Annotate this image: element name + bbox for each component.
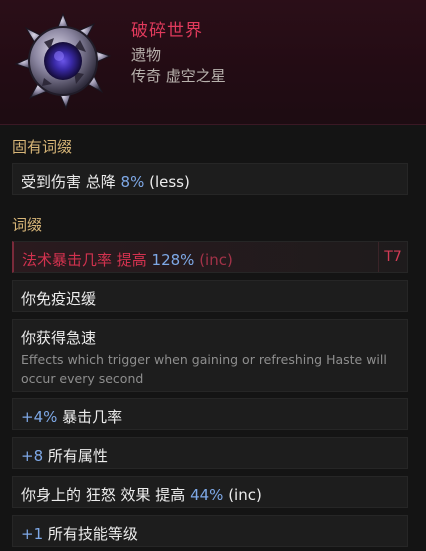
- affix-crit-chance-text: +4% 暴击几率: [21, 406, 122, 427]
- implicit-mod-value: 8%: [120, 173, 145, 191]
- affix-frenzy-effect-prefix: 你身上的 狂怒 效果 提高: [21, 486, 191, 504]
- affix-spell-crit-suffix: (inc): [194, 251, 233, 269]
- void-star-orb-icon: [14, 12, 112, 110]
- affix-haste-description: Effects which trigger when gaining or re…: [21, 352, 387, 386]
- affix-spell-crit-prefix: 法术暴击几率 提高: [22, 251, 152, 269]
- affix-frenzy-effect-value: 44%: [190, 486, 224, 504]
- affix-skill-levels-value: +1: [21, 525, 44, 543]
- affix-all-attributes-text: +8 所有属性: [21, 445, 108, 466]
- affix-row-all-attributes: +8 所有属性: [12, 437, 408, 469]
- implicit-mod-prefix: 受到伤害 总降: [21, 173, 121, 191]
- item-name: 破碎世界: [131, 21, 203, 41]
- affix-haste-text: 你获得急速: [21, 329, 97, 347]
- affix-row-frenzy-effect: 你身上的 狂怒 效果 提高 44% (inc): [12, 476, 408, 508]
- implicit-section-label: 固有词缀: [12, 138, 73, 156]
- affix-row-freeze-immune: 你免疫迟缓: [12, 280, 408, 312]
- implicit-mod-suffix: (less): [144, 173, 190, 191]
- affix-frenzy-effect-suffix: (inc): [223, 486, 262, 504]
- implicit-mod-row: 受到伤害 总降 8% (less): [12, 163, 408, 195]
- affix-section-label: 词缀: [12, 216, 43, 234]
- affix-all-attributes-suffix: 所有属性: [43, 447, 108, 465]
- item-header: 破碎世界 遗物 传奇 虚空之星: [0, 0, 426, 125]
- affix-all-attributes-value: +8: [21, 447, 44, 465]
- affix-spell-crit-value: 128%: [151, 251, 195, 269]
- affix-row-crit-chance: +4% 暴击几率: [12, 398, 408, 430]
- affix-crit-chance-suffix: 暴击几率: [57, 408, 123, 426]
- affix-row-skill-levels: +1 所有技能等级: [12, 515, 408, 547]
- item-base-type: 遗物: [131, 46, 162, 64]
- item-rarity-line: 传奇 虚空之星: [131, 67, 226, 85]
- affix-freeze-immune-text: 你免疫迟缓: [21, 290, 97, 308]
- affix-crit-chance-value: +4%: [21, 408, 58, 426]
- affix-spell-crit-text: 法术暴击几率 提高 128% (inc): [22, 249, 233, 270]
- affix-row-spell-crit: 法术暴击几率 提高 128% (inc) T7: [12, 241, 408, 273]
- affix-tier-badge: T7: [378, 242, 407, 272]
- implicit-mod-text: 受到伤害 总降 8% (less): [21, 171, 190, 192]
- affix-row-haste: 你获得急速 Effects which trigger when gaining…: [12, 319, 408, 392]
- affix-skill-levels-suffix: 所有技能等级: [43, 525, 138, 543]
- affix-frenzy-effect-text: 你身上的 狂怒 效果 提高 44% (inc): [21, 484, 262, 505]
- affix-skill-levels-text: +1 所有技能等级: [21, 523, 138, 544]
